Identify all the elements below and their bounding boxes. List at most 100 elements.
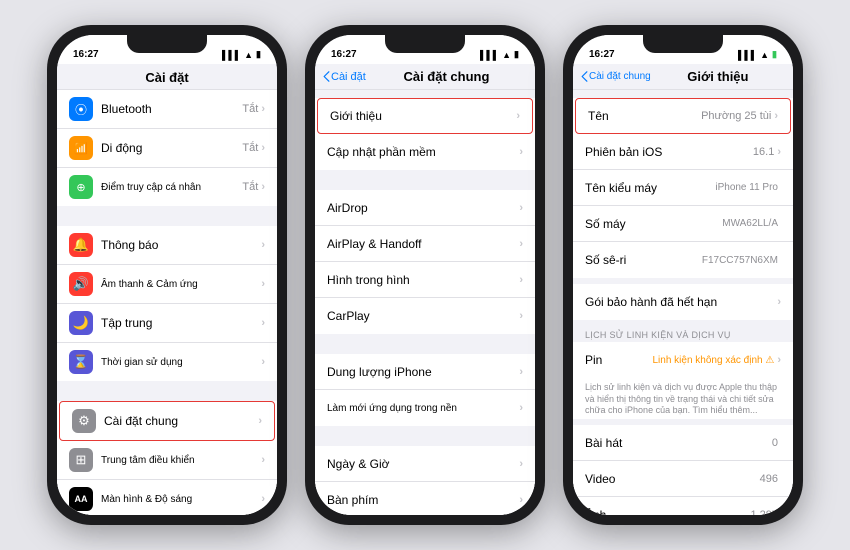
chevron-didong: › [261,142,265,154]
amthanh-icon: 🔊 [69,272,93,296]
hotspot-value: Tắt [242,181,258,193]
thoigian-label: Thời gian sử dụng [101,357,261,368]
connectivity-section: ⦿ Bluetooth Tắt › 📶 Di động Tắt › ⊕ [57,90,277,206]
pip-label: Hình trong hình [327,273,519,287]
back-label-2: Cài đặt [331,71,366,83]
screen-3: 16:27 ▌▌▌ ▲ ▮ Cài đặt chung Giới thiệu [573,35,793,515]
notch-2 [385,35,465,53]
list-item-amthanh[interactable]: 🔊 Âm thanh & Cảm ứng › [57,265,277,304]
settings-content-3: Tên Phường 25 tùi › Phiên bản iOS 16.1 ›… [573,90,793,515]
chevron-ngaygio: › [519,458,523,470]
back-btn-2[interactable]: Cài đặt [323,71,366,83]
list-item-trungtam[interactable]: ⊞ Trung tâm điều khiển › [57,441,277,480]
list-item-dungluong[interactable]: Dung lượng iPhone › [315,354,535,390]
chevron-hotspot: › [261,181,265,193]
ten-label: Tên [588,109,701,123]
settings-content-1: ⦿ Bluetooth Tắt › 📶 Di động Tắt › ⊕ [57,90,277,515]
bluetooth-label: Bluetooth [101,102,242,116]
page-title-3: Giới thiệu [651,69,785,84]
list-item-airdrop[interactable]: AirDrop › [315,190,535,226]
chevron-thoigian: › [261,356,265,368]
taptrung-label: Tập trung [101,316,261,330]
chevron-lammoi: › [519,402,523,414]
list-item-gioithieu[interactable]: Giới thiệu › [317,98,533,134]
chevron-mhdo: › [261,493,265,505]
chevron-taptrung: › [261,317,265,329]
list-item-pip[interactable]: Hình trong hình › [315,262,535,298]
ngaygio-label: Ngày & Giờ [327,457,519,471]
anh-label: Ảnh [585,508,750,515]
ios-label: Phiên bản iOS [585,145,753,159]
thoigian-icon: ⌛ [69,350,93,374]
list-item-mhdo[interactable]: AA Màn hình & Độ sáng › [57,480,277,515]
chevron-ten: › [774,110,778,122]
phone-1: 16:27 ▌▌▌ ▲ ▮ Cài đặt ⦿ Bluetooth Tắt › [47,25,287,525]
phone-3: 16:27 ▌▌▌ ▲ ▮ Cài đặt chung Giới thiệu [563,25,803,525]
list-item-caidatchung[interactable]: ⚙ Cài đặt chung › [59,401,275,441]
service-info-text: Lịch sử linh kiện và dịch vụ được Apple … [573,378,793,419]
battery-icon-2: ▮ [514,49,519,60]
serial-label: Số sê-ri [585,253,702,267]
caidatchung-label: Cài đặt chung [104,414,258,428]
gap-p3-top [573,90,793,98]
list-item-ten[interactable]: Tên Phường 25 tùi › [575,98,791,134]
gioithieu-label: Giới thiệu [330,109,516,123]
lammoi-label: Làm mới ứng dụng trong nền [327,403,519,414]
phone-2: 16:27 ▌▌▌ ▲ ▮ Cài đặt Cài đặt chung Giới… [305,25,545,525]
ios-value: 16.1 [753,146,774,158]
pin-value: Linh kiện không xác định ⚠ [653,355,775,366]
list-item-video: Video 496 [573,461,793,497]
service-section-label: LỊCH SỬ LINH KIỆN VÀ DỊCH VỤ [573,326,793,342]
model-value: iPhone 11 Pro [715,182,778,193]
somain-value: MWA62LL/A [722,218,778,229]
list-item-bluetooth[interactable]: ⦿ Bluetooth Tắt › [57,90,277,129]
wifi-icon-3: ▲ [760,50,769,60]
signal-icon-2: ▌▌▌ [480,50,499,60]
list-item-warranty[interactable]: Gói bảo hành đã hết hạn › [573,284,793,320]
carplay-label: CarPlay [327,309,519,323]
time-2: 16:27 [331,49,357,60]
list-item-somain: Số máy MWA62LL/A [573,206,793,242]
list-item-anh: Ảnh 1,297 [573,497,793,515]
ten-value: Phường 25 tùi [701,110,771,122]
nav-header-1: Cài đặt [57,64,277,90]
list-item-lammoi[interactable]: Làm mới ứng dụng trong nền › [315,390,535,426]
back-btn-3[interactable]: Cài đặt chung [581,71,651,82]
somain-label: Số máy [585,217,722,231]
service-section: Pin Linh kiện không xác định ⚠ › [573,342,793,378]
chevron-dungluong: › [519,366,523,378]
model-label: Tên kiểu máy [585,181,715,195]
airplay-label: AirPlay & Handoff [327,237,519,251]
list-item-pin[interactable]: Pin Linh kiện không xác định ⚠ › [573,342,793,378]
list-item-carplay[interactable]: CarPlay › [315,298,535,334]
dungluong-label: Dung lượng iPhone [327,365,519,379]
storage-section: Dung lượng iPhone › Làm mới ứng dụng tro… [315,354,535,426]
back-label-3: Cài đặt chung [589,71,651,82]
trungtam-icon: ⊞ [69,448,93,472]
serial-value: F17CC757N6XM [702,255,778,266]
gap-p2-top [315,90,535,98]
status-icons-2: ▌▌▌ ▲ ▮ [480,49,519,60]
video-value: 496 [760,473,778,485]
list-item-thoigian[interactable]: ⌛ Thời gian sử dụng › [57,343,277,381]
bluetooth-value: Tắt [242,103,258,115]
trungtam-label: Trung tâm điều khiển [101,455,261,466]
chevron-amthanh: › [261,278,265,290]
chevron-thongbao: › [261,239,265,251]
list-item-airplay[interactable]: AirPlay & Handoff › [315,226,535,262]
thongbao-icon: 🔔 [69,233,93,257]
gap-1 [57,206,277,226]
chevron-pip: › [519,274,523,286]
list-item-ngaygio[interactable]: Ngày & Giờ › [315,446,535,482]
list-item-didonng[interactable]: 📶 Di động Tắt › [57,129,277,168]
chevron-bluetooth: › [261,103,265,115]
list-item-thongbao[interactable]: 🔔 Thông báo › [57,226,277,265]
mhdo-label: Màn hình & Độ sáng [101,494,261,505]
chevron-warranty: › [777,296,781,308]
list-item-bampim[interactable]: Bàn phím › [315,482,535,515]
list-item-taptrung[interactable]: 🌙 Tập trung › [57,304,277,343]
list-item-hotspot[interactable]: ⊕ Điểm truy cập cá nhân Tắt › [57,168,277,206]
list-item-capnhat[interactable]: Cập nhật phần mềm › [315,134,535,170]
page-title-1: Cài đặt [145,70,188,85]
airdrop-section: AirDrop › AirPlay & Handoff › Hình trong… [315,190,535,334]
